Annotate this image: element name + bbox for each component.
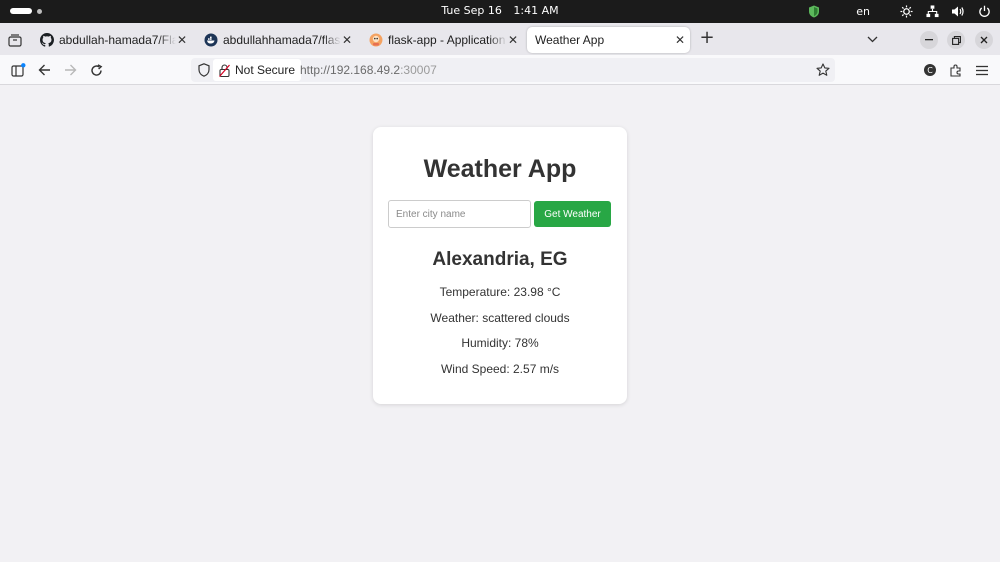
weather-description-text: Weather: scattered clouds [430,311,570,325]
tab-title: abdullah-hamada7/Flask-weather-app [59,33,176,47]
clock-date: Tue Sep 16 [441,4,502,17]
page-title: Weather App [423,155,577,183]
get-weather-button[interactable]: Get Weather [534,201,611,227]
svg-text:C: C [927,66,933,75]
account-icon[interactable]: C [921,61,939,79]
tab-argo-app[interactable]: flask-app - Application Details ✕ [363,27,523,53]
browser-tab-strip: abdullah-hamada7/Flask-weather-app ✕ abd… [0,23,1000,55]
weather-card: Weather App Get Weather Alexandria, EG T… [373,127,627,404]
new-tab-button[interactable]: + [697,29,717,49]
url-host: http://192.168.49.2 [300,63,401,77]
network-icon[interactable] [924,3,940,19]
chevron-down-icon[interactable] [864,31,880,47]
back-button[interactable] [35,61,53,79]
browser-nav-bar: Not Secure http://192.168.49.2:30007 C [0,55,1000,85]
address-bar[interactable]: Not Secure http://192.168.49.2:30007 [191,58,835,82]
tab-list-button[interactable] [5,30,25,50]
tab-title: abdullahhamada7/flask-k8s [223,33,341,47]
tab-weather-app[interactable]: Weather App ✕ [527,27,690,53]
bookmark-star-icon[interactable] [815,62,831,78]
system-tray[interactable]: en [806,3,992,19]
brightness-icon[interactable] [898,3,914,19]
city-search-input[interactable] [388,200,531,228]
shield-status-icon[interactable] [806,3,822,19]
tab-close-icon[interactable]: ✕ [507,33,519,47]
site-security-indicator[interactable]: Not Secure [213,59,302,81]
tab-close-icon[interactable]: ✕ [341,33,353,47]
sidebar-toggle-icon[interactable] [9,61,27,79]
humidity-text: Humidity: 78% [461,336,539,350]
menu-icon[interactable] [973,61,991,79]
tab-title: flask-app - Application Details [388,33,507,47]
tab-close-icon[interactable]: ✕ [176,33,188,47]
power-icon[interactable] [976,3,992,19]
url-text[interactable]: http://192.168.49.2:30007 [300,63,437,77]
tab-github-repo[interactable]: abdullah-hamada7/Flask-weather-app ✕ [34,27,192,53]
reload-button[interactable] [87,61,105,79]
insecure-lock-icon [219,63,231,77]
url-port: :30007 [400,63,437,77]
result-location: Alexandria, EG [432,249,568,270]
argo-icon [369,33,383,47]
forward-button[interactable] [61,61,79,79]
volume-icon[interactable] [950,3,966,19]
docker-icon [204,33,218,47]
tracking-protection-icon[interactable] [196,62,212,78]
minimize-button[interactable] [920,31,938,49]
restore-button[interactable] [947,31,965,49]
close-window-button[interactable] [975,31,993,49]
tab-docker-repo[interactable]: abdullahhamada7/flask-k8s ✕ [198,27,357,53]
tab-close-icon[interactable]: ✕ [674,33,686,47]
not-secure-label: Not Secure [235,63,296,77]
temperature-text: Temperature: 23.98 °C [439,285,561,299]
wind-speed-text: Wind Speed: 2.57 m/s [440,362,560,376]
system-top-bar: Tue Sep 16 1:41 AM en [0,0,1000,23]
extensions-icon[interactable] [947,61,965,79]
tab-title: Weather App [535,33,605,47]
clock-time: 1:41 AM [513,4,559,17]
keyboard-layout-indicator[interactable]: en [856,5,870,18]
github-icon [40,33,54,47]
